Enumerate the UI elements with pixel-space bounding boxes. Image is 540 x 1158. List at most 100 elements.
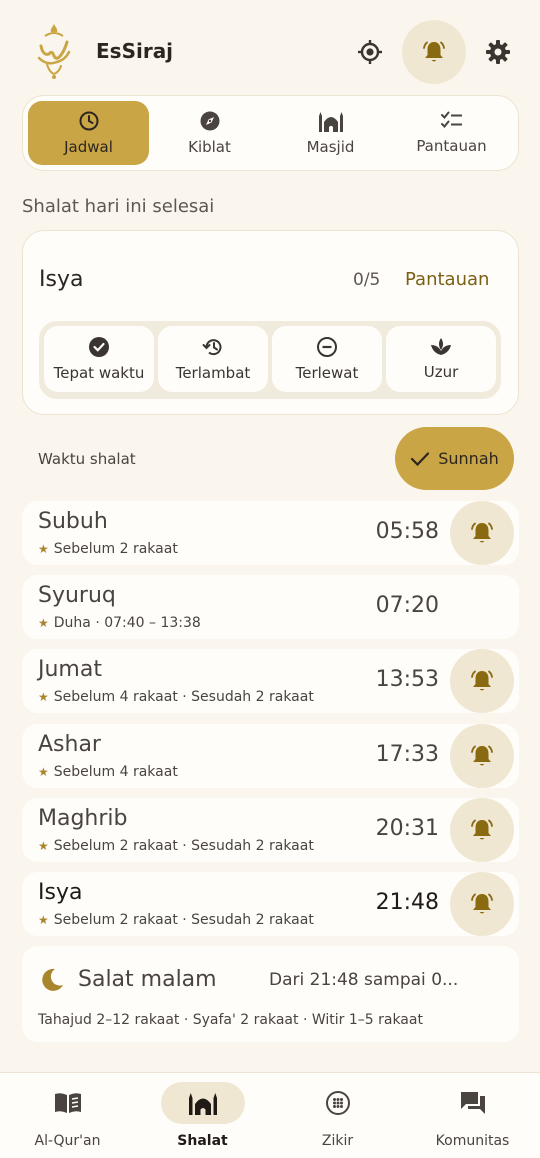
prayer-row-subuh[interactable]: Subuh ★ Sebelum 2 rakaat 05:58 <box>22 501 519 565</box>
location-icon <box>358 40 382 64</box>
tab-kiblat[interactable]: Kiblat <box>149 101 270 165</box>
minus-circle-icon <box>317 337 337 357</box>
leaf-icon <box>431 338 451 355</box>
check-icon <box>411 451 430 466</box>
gear-icon <box>486 40 510 64</box>
prayer-row-isya[interactable]: Isya ★ Sebelum 2 rakaat · Sesudah 2 rakaa… <box>22 872 519 936</box>
bell-icon <box>471 893 493 914</box>
prayer-note: ★ Sebelum 2 rakaat <box>38 541 178 557</box>
sunnah-toggle-button[interactable]: Sunnah <box>395 427 514 490</box>
bottom-navigation: Al-Qur'an Shalat Zikir Komunitas <box>0 1072 540 1158</box>
sunnah-label: Sunnah <box>438 449 499 468</box>
tab-label: Pantauan <box>416 137 487 155</box>
prayer-note-text: Duha · 07:40 – 13:38 <box>53 615 201 631</box>
tab-label: Kiblat <box>188 138 231 156</box>
prayer-time: 13:53 <box>375 667 439 692</box>
prayer-alarm-button[interactable] <box>450 872 514 936</box>
bell-icon <box>471 745 493 766</box>
notifications-button[interactable] <box>402 20 466 84</box>
nav-label: Shalat <box>177 1133 228 1149</box>
nav-label: Al-Qur'an <box>34 1133 101 1149</box>
star-icon: ★ <box>38 765 49 779</box>
night-prayer-detail: Tahajud 2–12 rakaat · Syafa' 2 rakaat · … <box>38 1012 423 1028</box>
star-icon: ★ <box>38 616 49 630</box>
prayer-note-text: Sebelum 4 rakaat <box>53 764 178 780</box>
bell-icon <box>471 670 493 691</box>
prayer-alarm-button[interactable] <box>450 501 514 565</box>
app-logo <box>33 22 75 80</box>
nav-icon-wrap <box>296 1082 380 1124</box>
bell-icon <box>471 819 493 840</box>
prayer-name: Ashar <box>38 732 101 757</box>
prayer-alarm-button[interactable] <box>450 724 514 788</box>
terlewat-button[interactable]: Terlewat <box>272 326 382 392</box>
prayer-beads-icon <box>325 1091 350 1115</box>
prayer-note-text: Sebelum 2 rakaat · Sesudah 2 rakaat <box>53 838 314 854</box>
status-label: Terlambat <box>175 364 251 382</box>
nav-icon-wrap <box>431 1082 515 1124</box>
prayer-time: 07:20 <box>375 593 439 618</box>
moon-icon <box>42 968 63 991</box>
book-icon <box>54 1093 81 1113</box>
app-header: EsSiraj <box>0 0 540 96</box>
tab-pantauan[interactable]: Pantauan <box>391 101 512 165</box>
status-label: Tepat waktu <box>53 364 145 382</box>
night-prayer-title: Salat malam <box>78 967 217 992</box>
tab-label: Masjid <box>306 138 355 156</box>
nav-item-komunitas[interactable]: Komunitas <box>405 1073 540 1158</box>
nav-item-alquran[interactable]: Al-Qur'an <box>0 1073 135 1158</box>
prayer-name: Subuh <box>38 509 108 534</box>
prayer-alarm-button[interactable] <box>450 798 514 862</box>
compass-icon <box>200 111 219 131</box>
bell-icon <box>423 41 445 62</box>
nav-label: Zikir <box>321 1133 354 1149</box>
tab-jadwal[interactable]: Jadwal <box>28 101 149 165</box>
top-tabs: Jadwal Kiblat Masjid Pantauan <box>22 95 519 171</box>
location-button[interactable] <box>348 30 392 74</box>
status-options: Tepat waktu Terlambat Terlewat Uzur <box>39 321 501 399</box>
checklist-icon <box>440 111 462 128</box>
prayer-count: 0/5 <box>353 270 381 290</box>
nav-icon-wrap <box>26 1082 110 1124</box>
tepat-waktu-button[interactable]: Tepat waktu <box>44 326 154 392</box>
star-icon: ★ <box>38 542 49 556</box>
prayer-row-jumat[interactable]: Jumat ★ Sebelum 4 rakaat · Sesudah 2 raka… <box>22 649 519 713</box>
status-text: Shalat hari ini selesai <box>22 196 215 217</box>
current-prayer-name: Isya <box>39 267 84 292</box>
status-label: Terlewat <box>295 364 359 382</box>
prayer-row-syuruq[interactable]: Syuruq ★ Duha · 07:40 – 13:38 07:20 <box>22 575 519 639</box>
prayer-note: ★ Duha · 07:40 – 13:38 <box>38 615 201 631</box>
prayer-note: ★ Sebelum 2 rakaat · Sesudah 2 rakaat <box>38 912 314 928</box>
prayer-time: 05:58 <box>375 519 439 544</box>
prayer-note-text: Sebelum 2 rakaat · Sesudah 2 rakaat <box>53 912 314 928</box>
prayer-row-maghrib[interactable]: Maghrib ★ Sebelum 2 rakaat · Sesudah 2 ra… <box>22 798 519 862</box>
settings-button[interactable] <box>476 30 520 74</box>
night-prayer-card[interactable]: Salat malam Dari 21:48 sampai 0... Tahaj… <box>22 946 519 1042</box>
prayer-note-text: Sebelum 2 rakaat <box>53 541 178 557</box>
prayer-name: Syuruq <box>38 583 116 608</box>
prayer-alarm-button[interactable] <box>450 649 514 713</box>
prayer-note: ★ Sebelum 4 rakaat <box>38 764 178 780</box>
star-icon: ★ <box>38 839 49 853</box>
tab-masjid[interactable]: Masjid <box>270 101 391 165</box>
terlambat-button[interactable]: Terlambat <box>158 326 268 392</box>
uzur-button[interactable]: Uzur <box>386 326 496 392</box>
prayer-note: ★ Sebelum 4 rakaat · Sesudah 2 rakaat <box>38 689 314 705</box>
nav-item-shalat[interactable]: Shalat <box>135 1073 270 1158</box>
waktu-shalat-label: Waktu shalat <box>38 450 136 468</box>
status-label: Uzur <box>423 363 459 381</box>
nav-label: Komunitas <box>435 1133 510 1149</box>
mosque-icon <box>188 1093 217 1115</box>
mosque-icon <box>318 112 343 132</box>
bell-icon <box>471 522 493 543</box>
pantauan-link[interactable]: Pantauan <box>405 269 489 290</box>
check-circle-icon <box>89 337 109 357</box>
prayer-note-text: Sebelum 4 rakaat · Sesudah 2 rakaat <box>53 689 314 705</box>
nav-item-zikir[interactable]: Zikir <box>270 1073 405 1158</box>
tab-label: Jadwal <box>64 138 113 156</box>
night-prayer-range: Dari 21:48 sampai 0... <box>269 970 459 990</box>
prayer-name: Jumat <box>38 657 102 682</box>
prayer-row-ashar[interactable]: Ashar ★ Sebelum 4 rakaat 17:33 <box>22 724 519 788</box>
nav-icon-wrap <box>160 1082 245 1124</box>
prayer-name: Maghrib <box>38 806 128 831</box>
